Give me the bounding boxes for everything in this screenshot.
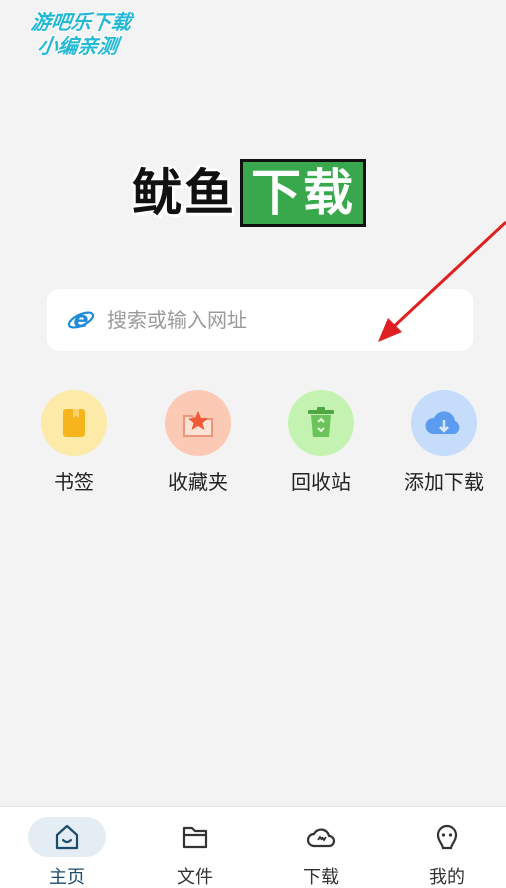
nav-label: 主页 — [49, 867, 85, 888]
nav-label: 下载 — [303, 867, 339, 888]
bookmark-icon — [41, 390, 107, 456]
star-folder-icon — [165, 390, 231, 456]
app-logo: 鱿鱼 下载 — [132, 158, 366, 228]
watermark-line-2: 小编亲测 — [36, 34, 120, 58]
quick-action-add-download[interactable]: 添加下载 — [394, 390, 494, 495]
logo-text-left: 鱿鱼 — [132, 164, 236, 222]
quick-action-favorites[interactable]: 收藏夹 — [148, 390, 248, 495]
folder-icon — [156, 817, 234, 857]
home-icon — [28, 817, 106, 857]
watermark: 游吧乐下载 小编亲测 — [9, 10, 151, 58]
user-icon — [408, 817, 486, 857]
nav-label: 文件 — [177, 867, 213, 888]
quick-actions: 书签 收藏夹 回收站 添加下载 — [0, 390, 506, 500]
quick-action-label: 回收站 — [291, 470, 351, 494]
browser-e-icon: e — [67, 306, 95, 334]
quick-action-bookmarks[interactable]: 书签 — [24, 390, 124, 495]
logo-text-right: 下载 — [240, 159, 366, 227]
svg-text:e: e — [74, 308, 89, 333]
nav-label: 我的 — [429, 867, 465, 888]
cloud-download-icon — [411, 390, 477, 456]
bottom-navigation: 主页 文件 下载 我的 — [0, 806, 506, 888]
watermark-line-1: 游吧乐下载 — [29, 10, 133, 34]
nav-downloads[interactable]: 下载 — [258, 807, 384, 888]
quick-action-label: 添加下载 — [404, 470, 484, 494]
quick-action-label: 收藏夹 — [168, 470, 228, 494]
quick-action-recycle-bin[interactable]: 回收站 — [271, 390, 371, 495]
nav-files[interactable]: 文件 — [132, 807, 258, 888]
cloud-icon — [282, 817, 360, 857]
nav-profile[interactable]: 我的 — [384, 807, 506, 888]
nav-home[interactable]: 主页 — [4, 807, 130, 888]
recycle-bin-icon — [288, 390, 354, 456]
annotation-arrow — [378, 220, 506, 342]
quick-action-label: 书签 — [54, 470, 94, 494]
